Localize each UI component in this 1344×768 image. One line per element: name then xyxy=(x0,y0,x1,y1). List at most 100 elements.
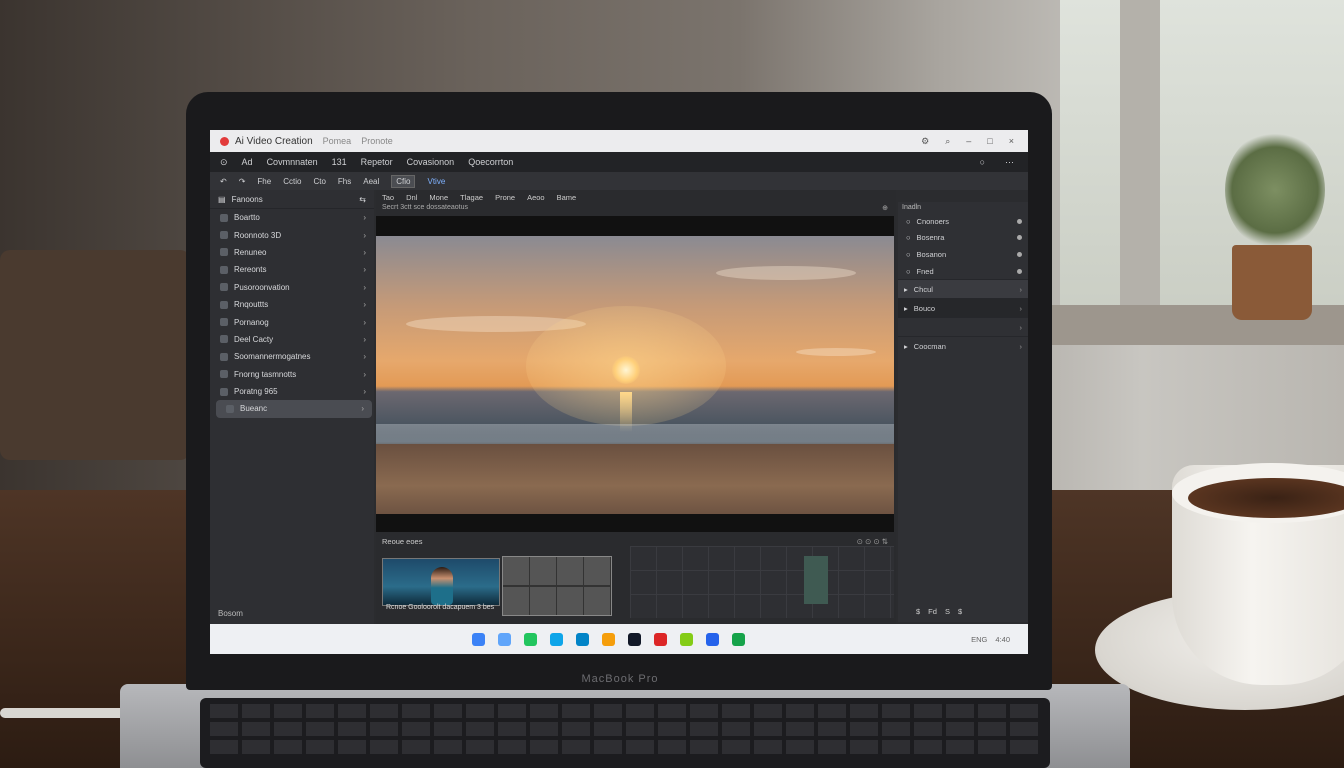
menu-item[interactable]: Covasionon xyxy=(407,157,455,167)
storyboard-grid-clip[interactable] xyxy=(502,556,612,616)
panel-sections: ▸ Chcul › ▸ Bouco › › ▸ Coocman › xyxy=(898,279,1028,355)
sidebar: ▤ Fanoons ⇆ Boartto › Roonnoto 3D › Renuneo ›… xyxy=(210,190,374,624)
sidebar-item[interactable]: Rereonts › xyxy=(210,261,374,278)
panel-item[interactable]: ○ Fned xyxy=(898,263,1028,280)
menu-item[interactable]: Qoecorrton xyxy=(468,157,513,167)
chevron-right-icon: › xyxy=(1019,341,1023,351)
tab[interactable]: Dnl xyxy=(406,193,417,202)
maximize-icon[interactable]: □ xyxy=(987,136,992,147)
toolbar-item[interactable]: Fhs xyxy=(338,177,351,186)
toolbar-item[interactable]: Fhe xyxy=(257,177,271,186)
sidebar-header[interactable]: ▤ Fanoons ⇆ xyxy=(210,190,374,209)
timeline-selected-block[interactable] xyxy=(804,556,828,604)
tray-item[interactable]: 4:40 xyxy=(995,635,1010,644)
minimize-icon[interactable]: – xyxy=(966,136,971,147)
menu-item[interactable]: Covmnnaten xyxy=(267,157,318,167)
visibility-toggle-icon[interactable] xyxy=(1017,251,1022,257)
video-preview[interactable] xyxy=(376,216,894,532)
key-row xyxy=(210,740,1040,754)
sidebar-item[interactable]: Boartto › xyxy=(210,209,374,226)
panel-item[interactable]: ○ Cnonoers xyxy=(898,213,1028,230)
edge-icon[interactable] xyxy=(576,632,589,646)
plant-pot xyxy=(1232,245,1312,320)
photos-icon[interactable] xyxy=(602,632,615,646)
settings-icon[interactable]: ⚙ xyxy=(921,136,929,147)
panel-section[interactable]: ▸ Coocman › xyxy=(898,336,1028,355)
panel-footer-item[interactable]: Fd xyxy=(928,607,937,616)
sidebar-item[interactable]: Fnorng tasmnotts › xyxy=(210,366,374,383)
undo-icon[interactable]: ↶ xyxy=(220,177,227,186)
square-icon xyxy=(220,213,228,222)
menu-item[interactable]: Repetor xyxy=(361,157,393,167)
panel-item[interactable]: ○ Bosenra xyxy=(898,230,1028,247)
cloud xyxy=(716,266,856,280)
sheets-icon[interactable] xyxy=(732,632,745,646)
browser-icon[interactable] xyxy=(524,632,537,646)
sidebar-item[interactable]: Renuneo › xyxy=(210,244,374,261)
panel-footer-item[interactable]: $ xyxy=(916,607,920,616)
toolbar-link[interactable]: Vtive xyxy=(427,177,445,186)
sidebar-item[interactable]: Soomannermogatnes › xyxy=(210,348,374,365)
fullscreen-icon[interactable]: ⊕ xyxy=(882,204,888,216)
search-icon[interactable]: ⌕ xyxy=(945,136,950,147)
sidebar-footer[interactable]: Bosom xyxy=(218,609,243,618)
toolbar: ↶ ↷ Fhe Cctio Cto Fhs Aeal Cfio Vtive xyxy=(210,172,1028,190)
timeline-controls[interactable]: ⊙ ⊙ ⊙ ⇅ xyxy=(857,537,888,546)
app-title: Ai Video Creation xyxy=(235,135,313,147)
timeline-grid[interactable] xyxy=(630,546,894,618)
video-clip-thumbnail[interactable] xyxy=(382,558,500,606)
toolbar-item-active[interactable]: Cfio xyxy=(391,174,416,188)
breadcrumb[interactable]: Pronote xyxy=(361,136,393,146)
camera-icon[interactable] xyxy=(628,632,641,646)
sidebar-toggle-icon[interactable]: ⇆ xyxy=(359,195,366,204)
visibility-toggle-icon[interactable] xyxy=(1017,235,1022,241)
sidebar-item[interactable]: Bueanc › xyxy=(216,400,372,418)
tab[interactable]: Mone xyxy=(429,193,448,202)
mail-icon[interactable] xyxy=(550,632,563,646)
tab[interactable]: Aeoo xyxy=(527,193,545,202)
tab[interactable]: Tao xyxy=(382,193,394,202)
sidebar-item-label: Pusoroonvation xyxy=(234,282,290,292)
close-icon[interactable]: × xyxy=(1009,136,1014,147)
panel-section[interactable]: ▸ Bouco › xyxy=(898,298,1028,318)
store-icon[interactable] xyxy=(498,632,511,646)
toolbar-item[interactable]: Cctio xyxy=(283,177,301,186)
panel-section[interactable]: ▸ Chcul › xyxy=(898,279,1028,299)
sidebar-item[interactable]: Pornanog › xyxy=(210,313,374,330)
panel-item[interactable]: ○ Bosanon xyxy=(898,246,1028,263)
panel-section[interactable]: › xyxy=(898,317,1028,336)
video-icon[interactable] xyxy=(654,632,667,646)
sidebar-item[interactable]: Poratng 965 › xyxy=(210,383,374,400)
menu-item[interactable]: 131 xyxy=(332,157,347,167)
sidebar-item[interactable]: Deel Cacty › xyxy=(210,331,374,348)
chevron-right-icon: › xyxy=(361,404,364,414)
panel-item-label: Fned xyxy=(916,266,934,276)
taskbar-apps xyxy=(472,632,745,646)
panel-title: Inadln xyxy=(902,204,922,211)
sidebar-item[interactable]: Pusoroonvation › xyxy=(210,279,374,296)
breadcrumb[interactable]: Pomea xyxy=(323,136,352,146)
music-icon[interactable] xyxy=(680,632,693,646)
files-icon[interactable] xyxy=(472,632,485,646)
sidebar-item-label: Deel Cacty xyxy=(234,334,274,344)
tab[interactable]: Tlagae xyxy=(460,193,483,202)
menu-item[interactable]: Ad xyxy=(242,157,253,167)
panel-footer-item[interactable]: S xyxy=(945,607,950,616)
tab[interactable]: Bame xyxy=(557,193,577,202)
sidebar-item[interactable]: Roonnoto 3D › xyxy=(210,226,374,243)
panel-footer-item[interactable]: $ xyxy=(958,607,962,616)
tab[interactable]: Prone xyxy=(495,193,515,202)
chrome-icon[interactable] xyxy=(706,632,719,646)
toolbar-item[interactable]: Aeal xyxy=(363,177,379,186)
sidebar-item[interactable]: Rnqouttts › xyxy=(210,296,374,313)
visibility-toggle-icon[interactable] xyxy=(1017,218,1022,224)
redo-icon[interactable]: ↷ xyxy=(239,177,246,186)
chevron-right-icon: › xyxy=(1019,322,1023,332)
help-icon[interactable]: ○ xyxy=(980,157,985,168)
sand xyxy=(376,444,894,514)
visibility-toggle-icon[interactable] xyxy=(1017,268,1022,274)
toolbar-item[interactable]: Cto xyxy=(313,177,325,186)
menu-home-icon[interactable]: ⊙ xyxy=(220,157,228,168)
tray-item[interactable]: ENG xyxy=(971,635,987,644)
more-icon[interactable]: ⋯ xyxy=(1005,157,1014,168)
